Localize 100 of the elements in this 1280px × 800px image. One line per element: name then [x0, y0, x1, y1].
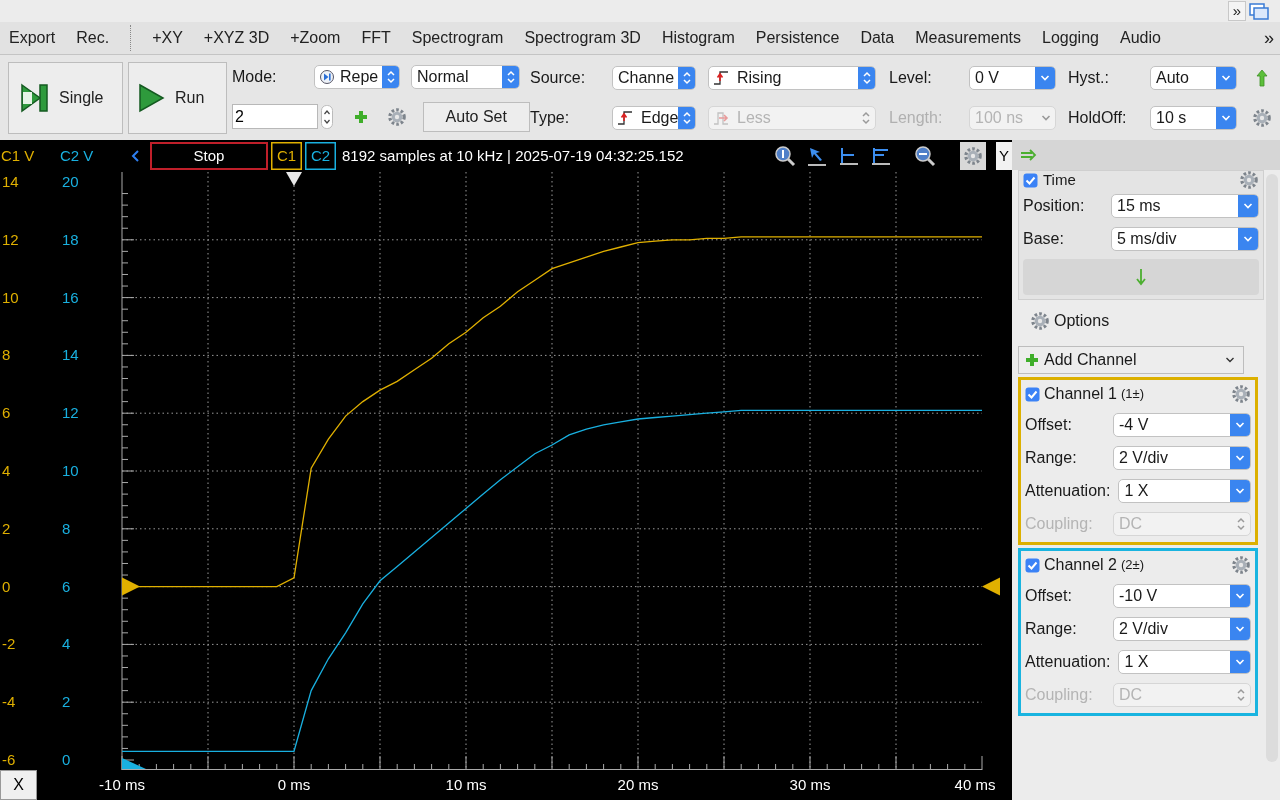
zoom-in-icon[interactable] [774, 145, 796, 167]
settings-icon[interactable] [1030, 311, 1050, 331]
add-channel-button[interactable]: Add Channel [1018, 346, 1244, 374]
field-label: Type: [530, 107, 571, 128]
group-title: Time [1043, 169, 1076, 190]
channel-title: Channel 1 [1044, 384, 1117, 404]
settings-icon[interactable] [1252, 107, 1272, 128]
source-dropdown[interactable]: Channe [612, 65, 696, 90]
settings-icon[interactable] [386, 106, 407, 127]
menu-item[interactable]: Export [9, 26, 56, 50]
menu-item[interactable]: Audio [1119, 26, 1161, 50]
combo-box[interactable]: 1 X [1118, 649, 1251, 674]
axis-tick-label: 20 [62, 172, 79, 192]
arrow-up-icon[interactable] [1256, 68, 1268, 87]
channel-tag: (1±) [1120, 384, 1144, 404]
field-label: Attenuation: [1025, 651, 1112, 672]
options-label[interactable]: Options [1054, 309, 1110, 333]
menu-overflow-button[interactable]: » [1264, 24, 1274, 52]
channel-marker[interactable] [122, 577, 140, 596]
checkbox[interactable] [1023, 172, 1038, 188]
field-label: Hyst.: [1068, 67, 1110, 88]
field-label: Range: [1025, 447, 1078, 468]
field-label: Range: [1025, 618, 1078, 639]
ruler-icon[interactable] [870, 145, 892, 167]
combo-box[interactable]: 2 V/div [1113, 445, 1251, 470]
combo-box[interactable]: -4 V [1113, 412, 1251, 437]
windows-icon[interactable] [1248, 1, 1270, 21]
trigger-mode-dropdown[interactable]: Normal [411, 64, 520, 89]
axis-tick-label: 14 [2, 172, 19, 192]
axis-tick-label: 2 [2, 518, 11, 539]
stop-button[interactable]: Stop [150, 142, 268, 170]
axis-tick-label: 10 ms [445, 775, 487, 795]
combo-box[interactable]: 15 ms [1111, 193, 1259, 218]
menu-item[interactable]: +XYZ 3D [203, 26, 270, 50]
chevron-icon [1236, 516, 1246, 531]
checkbox[interactable] [1025, 557, 1040, 573]
chevron-icon [1243, 201, 1253, 210]
axis-tick-label: 16 [62, 287, 79, 308]
combo-box[interactable]: 1 X [1118, 478, 1251, 503]
type-dropdown[interactable]: Edge [612, 105, 696, 130]
overflow-button[interactable]: » [1228, 1, 1246, 21]
axis-tick-label: 12 [62, 403, 79, 424]
channel-tab[interactable]: C1 [271, 142, 302, 170]
checkbox[interactable] [1025, 386, 1040, 402]
menu-item[interactable]: +XY [152, 26, 183, 50]
menu-item[interactable]: Logging [1042, 26, 1099, 50]
plus-icon[interactable] [352, 108, 369, 125]
zoom-icon[interactable] [914, 145, 936, 167]
settings-icon[interactable] [1231, 384, 1251, 404]
menu-item[interactable]: Rec. [76, 26, 110, 50]
settings-icon[interactable] [1239, 170, 1259, 190]
menu-item[interactable]: Spectrogram 3D [524, 26, 641, 50]
stepper-icon[interactable] [320, 104, 333, 129]
combo-box[interactable]: 2 V/div [1113, 616, 1251, 641]
menu-item[interactable]: +Zoom [290, 26, 341, 50]
back-icon[interactable] [130, 149, 140, 163]
condition-dropdown[interactable]: Rising [708, 65, 876, 90]
field-label: Coupling: [1025, 513, 1094, 534]
axis-tick-label: 6 [2, 403, 11, 424]
x-axis-button[interactable]: X [0, 770, 37, 800]
chevron-icon [1243, 234, 1253, 243]
chevron-icon [385, 69, 396, 84]
ruler-icon[interactable] [838, 145, 860, 167]
menu-item[interactable]: Measurements [915, 26, 1021, 50]
axis-tick-label: 0 [2, 576, 11, 597]
hysteresis-dropdown[interactable]: Auto [1150, 65, 1237, 90]
trigger-marker[interactable] [286, 172, 302, 186]
run-button[interactable]: Run [128, 61, 227, 134]
settings-icon[interactable] [1231, 555, 1251, 575]
y-tab[interactable]: Y [996, 142, 1012, 170]
channel-tab[interactable]: C2 [305, 142, 336, 170]
menu-item[interactable]: FFT [361, 26, 391, 50]
channel-marker[interactable] [122, 758, 146, 769]
axis-tick-label: 12 [2, 229, 19, 250]
cursor-icon[interactable] [806, 145, 828, 167]
dropdown: DC [1113, 511, 1251, 536]
holdoff-dropdown[interactable]: 10 s [1150, 105, 1237, 130]
count-field[interactable]: 2 [232, 104, 318, 129]
level-dropdown[interactable]: 0 V [969, 65, 1056, 90]
field-label: Source: [530, 67, 587, 88]
menu-item[interactable]: Data [860, 26, 895, 50]
settings-button[interactable] [960, 142, 986, 170]
combo-box[interactable]: -10 V [1113, 583, 1251, 608]
menu-item[interactable]: Histogram [661, 26, 735, 50]
mode-dropdown[interactable]: Repe [314, 64, 400, 89]
axis-tick-label: -6 [2, 750, 16, 770]
axis-tick-label: 18 [62, 229, 79, 250]
menu-item[interactable]: Persistence [755, 26, 840, 50]
chevron-icon [505, 69, 516, 84]
settings-icon [963, 146, 983, 166]
single-button[interactable]: Single [8, 61, 123, 134]
channel-marker[interactable] [982, 577, 1000, 596]
axis-tick-label: 10 [62, 461, 79, 481]
combo-box[interactable]: 5 ms/div [1111, 226, 1259, 251]
arrow-right-icon[interactable] [1020, 149, 1038, 161]
auto-set-button[interactable]: Auto Set [422, 101, 530, 132]
chevron-icon [1235, 657, 1245, 666]
chevron-icon [1040, 73, 1050, 82]
menu-item[interactable]: Spectrogram [411, 26, 504, 50]
chevron-icon [1235, 591, 1245, 600]
